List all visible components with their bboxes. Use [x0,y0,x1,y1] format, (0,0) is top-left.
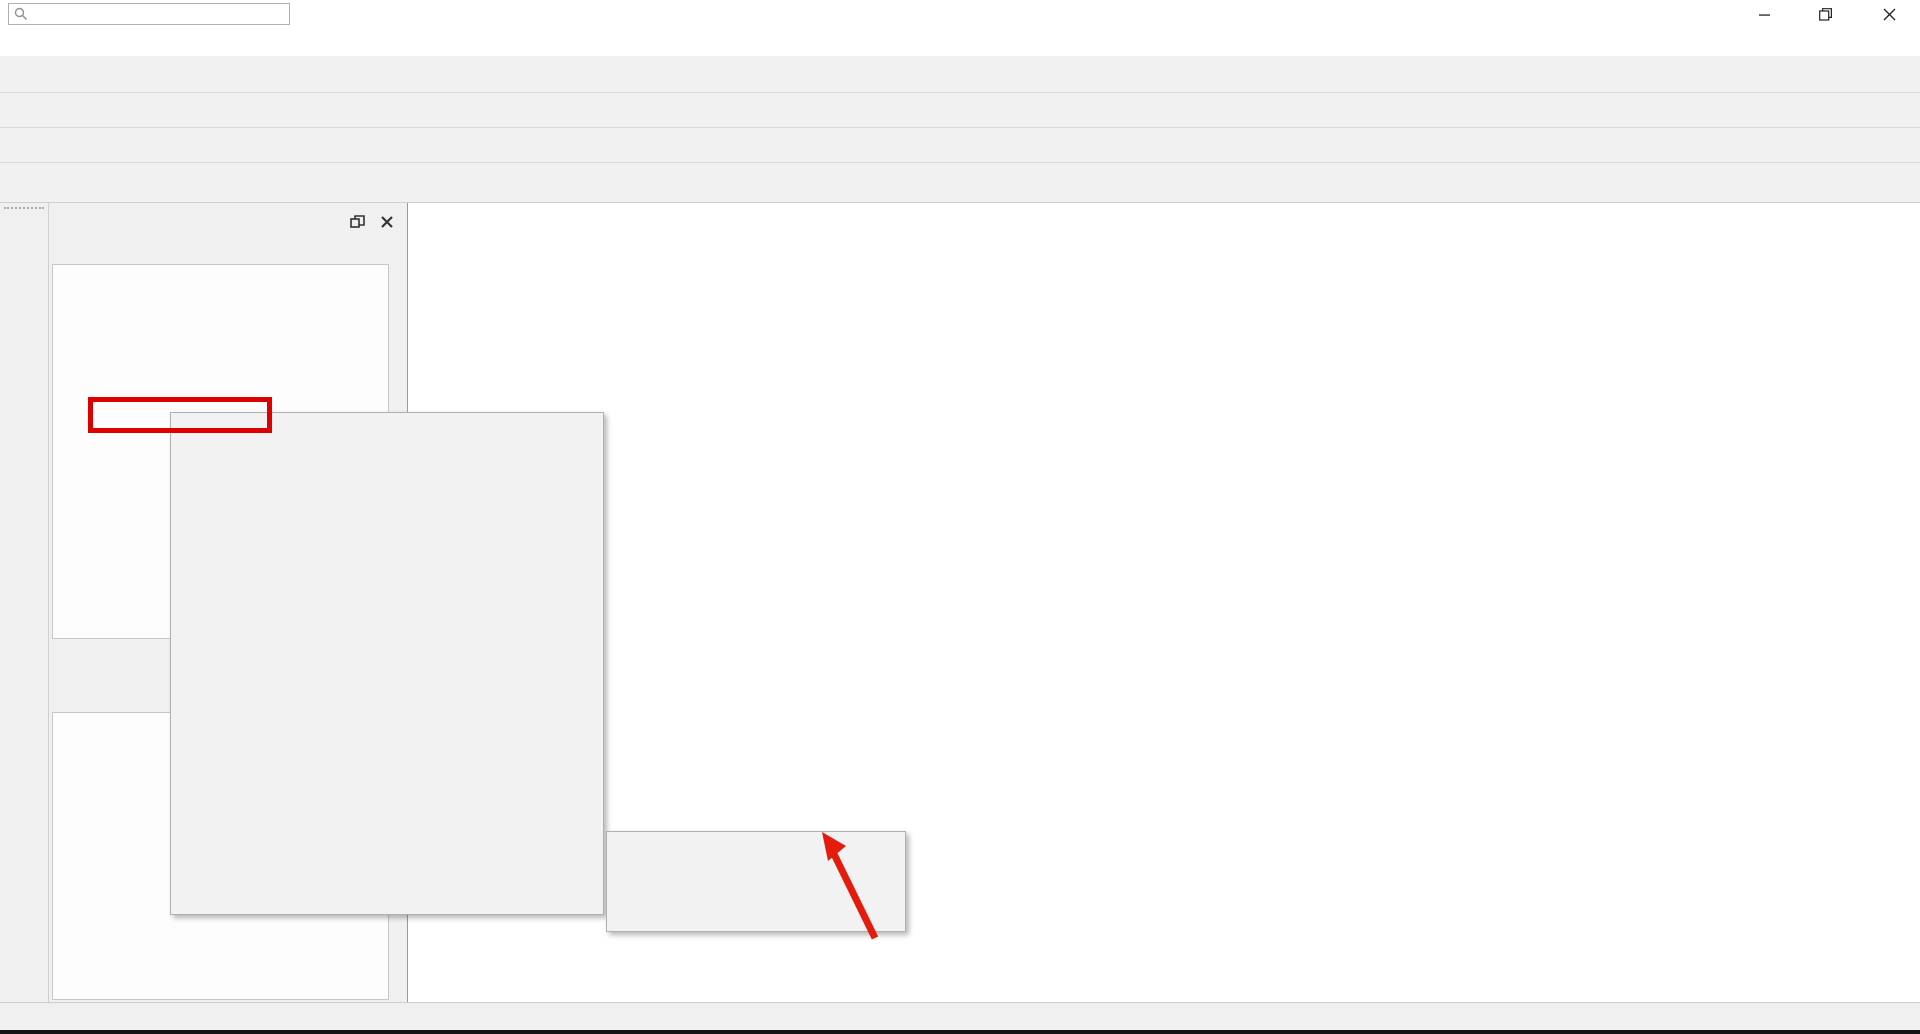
layer-panel-float-button[interactable] [346,211,368,233]
annotation-red-rectangle [88,397,272,433]
annotation-red-arrow [800,830,900,950]
taskbar-strip [0,1030,1920,1034]
manage-layers-toolbar [0,203,49,1002]
layer-context-menu [170,412,604,915]
toolbar-area [0,56,1920,203]
minimize-button[interactable] [1742,0,1788,29]
layer-panel-close-button[interactable] [376,211,398,233]
close-button[interactable] [1866,0,1912,29]
layer-panel-title [49,209,406,235]
menu-bar [0,29,1920,56]
locator-search-box[interactable] [8,3,290,25]
restore-button[interactable] [1802,0,1848,29]
status-bar [0,1002,1920,1030]
search-icon [14,7,28,21]
